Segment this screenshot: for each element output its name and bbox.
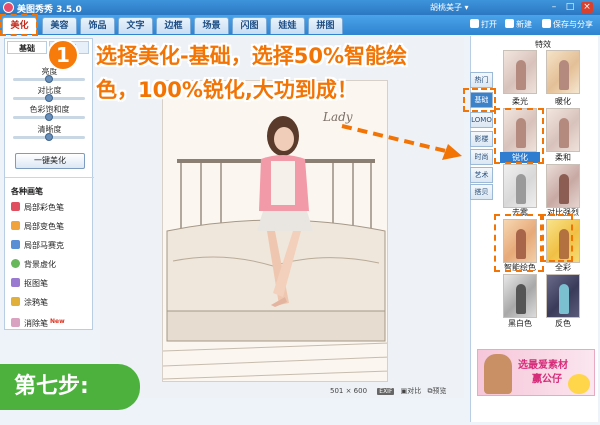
slider-knob[interactable] <box>45 94 53 102</box>
save-share-button[interactable]: 保存与分享 <box>542 18 593 32</box>
brushes-title: 各种画笔 <box>11 187 43 196</box>
minimize-icon[interactable]: – <box>548 2 560 13</box>
effect-label-softlight: 柔光 <box>512 97 528 106</box>
promo-line-1: 选最爱素材 <box>518 360 568 371</box>
tab-collage[interactable]: 拼图 <box>308 17 343 34</box>
effect-thumb-invert[interactable] <box>546 274 580 318</box>
new-badge: New <box>50 318 65 325</box>
tab-beauty[interactable]: 美容 <box>42 17 77 34</box>
mosaic-icon <box>11 240 20 249</box>
highlight-beautify-tab <box>0 14 38 36</box>
folder-icon <box>470 19 479 28</box>
eraser-icon <box>11 318 20 327</box>
effect-label-invert: 反色 <box>555 319 571 328</box>
effect-thumb-black-white[interactable] <box>503 274 537 318</box>
highlight-basic-category <box>463 88 496 112</box>
tab-scene[interactable]: 场景 <box>194 17 229 34</box>
blur-icon <box>11 259 20 268</box>
doodle-pen-icon <box>11 297 20 306</box>
effect-label-warm: 暖化 <box>555 97 571 106</box>
highlight-smart-color-effect <box>494 214 544 272</box>
category-match[interactable]: 搭贝 <box>470 184 493 200</box>
open-button[interactable]: 打开 <box>470 18 497 32</box>
highlight-sharpen-effect <box>494 108 544 164</box>
one-key-beautify-button[interactable]: 一键美化 <box>15 153 85 169</box>
effect-thumb-softlight[interactable] <box>503 50 537 94</box>
divider <box>5 177 94 178</box>
sharpness-slider[interactable] <box>13 133 85 141</box>
effect-thumb-high-contrast[interactable] <box>546 164 580 208</box>
brush-mosaic[interactable]: 局部马赛克 <box>11 240 64 254</box>
instruction-line-1: 选择美化-基础，选择50%智能绘 <box>96 44 407 68</box>
brush-doodle[interactable]: 涂鸦笔 <box>11 297 48 311</box>
slider-knob[interactable] <box>45 133 53 141</box>
brush-local-color[interactable]: 局部彩色笔 <box>11 202 64 216</box>
promo-line-2: 赢公仔 <box>532 374 562 385</box>
plus-icon <box>505 19 514 28</box>
maximize-icon[interactable]: □ <box>564 2 576 13</box>
tab-text[interactable]: 文字 <box>118 17 153 34</box>
category-hot[interactable]: 热门 <box>470 72 493 88</box>
cutout-icon <box>11 278 20 287</box>
subtab-basic[interactable]: 基础 <box>7 41 47 54</box>
tab-frame[interactable]: 边框 <box>156 17 191 34</box>
category-art[interactable]: 艺术 <box>470 167 493 183</box>
effects-title: 特效 <box>535 40 551 49</box>
exif-button[interactable]: EXIF <box>377 388 395 395</box>
left-panel: 基础 高级 亮度 对比度 色彩饱和度 清晰度 一键美化 各种画笔 局部彩色笔 局… <box>4 38 94 330</box>
effect-label-full-color: 全彩 <box>555 263 571 272</box>
brush-background-blur[interactable]: 背景虚化 <box>11 259 56 273</box>
title-bar: 美图秀秀 3.5.0 胡桃美子 ▾ – □ × <box>0 0 600 15</box>
tab-doll[interactable]: 娃娃 <box>270 17 305 34</box>
save-icon <box>542 19 551 28</box>
effect-label-soft: 柔和 <box>555 153 571 162</box>
effect-thumb-dehaze[interactable] <box>503 164 537 208</box>
instruction-line-2: 色，100%锐化,大功到成！ <box>96 78 358 102</box>
close-icon[interactable]: × <box>581 2 593 13</box>
user-menu[interactable]: 胡桃美子 ▾ <box>430 2 469 13</box>
app-logo-icon <box>3 2 14 13</box>
category-lomo[interactable]: LOMO <box>470 112 493 128</box>
tab-accessories[interactable]: 饰品 <box>80 17 115 34</box>
brush-eraser[interactable]: 消除笔 New <box>11 316 65 330</box>
image-dimensions: 501 × 600 <box>330 387 368 395</box>
compare-button[interactable]: ▣对比 <box>401 387 422 395</box>
step-badge: 第七步: <box>0 364 140 410</box>
color-pen-icon <box>11 202 20 211</box>
promo-banner[interactable]: 选最爱素材 赢公仔 <box>477 349 595 396</box>
saturation-slider[interactable] <box>13 113 85 121</box>
recolor-pen-icon <box>11 221 20 230</box>
cat-mascot-icon <box>568 374 590 394</box>
step-number-bubble: 1 <box>47 39 79 71</box>
preview-button[interactable]: ⧉预览 <box>428 387 447 395</box>
effect-thumb-soft[interactable] <box>546 108 580 152</box>
status-bar: 501 × 600 EXIF ▣对比 ⧉预览 <box>330 386 447 396</box>
slider-knob[interactable] <box>45 75 53 83</box>
contrast-slider[interactable] <box>13 94 85 102</box>
tab-flash[interactable]: 闪图 <box>232 17 267 34</box>
category-studio[interactable]: 影楼 <box>470 131 493 147</box>
category-fashion[interactable]: 时尚 <box>470 149 493 165</box>
new-button[interactable]: 新建 <box>505 18 532 32</box>
brush-local-recolor[interactable]: 局部变色笔 <box>11 221 64 235</box>
highlight-full-color-effect <box>540 214 573 262</box>
brightness-slider[interactable] <box>13 75 85 83</box>
slider-knob[interactable] <box>45 113 53 121</box>
effect-label-black-white: 黑白色 <box>508 319 532 328</box>
effect-thumb-warm[interactable] <box>546 50 580 94</box>
arrow-icon <box>341 124 462 160</box>
brush-cutout[interactable]: 抠图笔 <box>11 278 48 292</box>
promo-model-image <box>484 354 512 394</box>
main-toolbar: 美化 美容 饰品 文字 边框 场景 闪图 娃娃 拼图 打开 新建 保存与分享 <box>0 15 600 35</box>
